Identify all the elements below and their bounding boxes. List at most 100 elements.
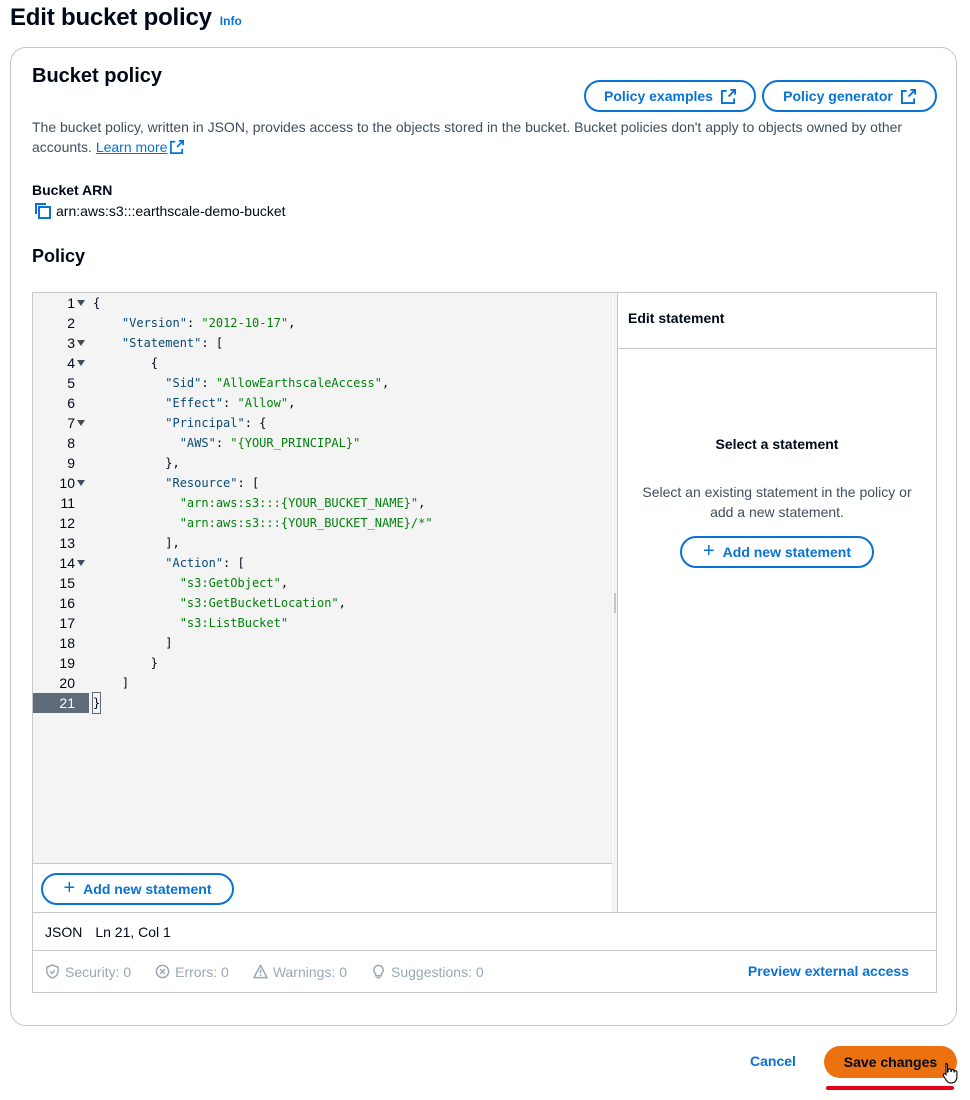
bucket-policy-container: Bucket policy Policy examples Policy gen… xyxy=(10,47,957,1026)
code-text: ] xyxy=(93,676,130,690)
line-number: 8 xyxy=(67,435,75,451)
code-line[interactable]: 21} xyxy=(33,692,612,714)
editor-status-bar: JSON Ln 21, Col 1 xyxy=(33,912,936,951)
errors-count[interactable]: Errors: 0 xyxy=(155,964,229,980)
code-line[interactable]: 2 "Version": "2012-10-17", xyxy=(33,313,612,333)
code-line[interactable]: 12 "arn:aws:s3:::{YOUR_BUCKET_NAME}/*" xyxy=(33,513,612,533)
external-link-icon xyxy=(720,88,736,104)
plus-icon: + xyxy=(702,540,715,562)
line-number: 1 xyxy=(67,295,75,311)
code-text: "Sid": "AllowEarthscaleAccess", xyxy=(165,376,390,390)
line-number: 10 xyxy=(59,475,75,491)
splitter-handle[interactable] xyxy=(614,593,616,613)
select-statement-description: Select an existing statement in the poli… xyxy=(642,484,912,520)
line-number: 7 xyxy=(67,415,75,431)
external-link-icon xyxy=(900,88,916,104)
code-line[interactable]: 9 }, xyxy=(33,453,612,473)
info-link[interactable]: Info xyxy=(220,14,242,28)
annotation-underline xyxy=(826,1086,954,1090)
code-editor-footer: + Add new statement xyxy=(33,863,613,912)
policy-generator-button[interactable]: Policy generator xyxy=(762,80,937,112)
side-add-new-statement-button[interactable]: + Add new statement xyxy=(680,536,874,568)
line-number: 4 xyxy=(67,355,75,371)
code-line[interactable]: 10 "Resource": [ xyxy=(33,473,612,493)
suggestions-count[interactable]: Suggestions: 0 xyxy=(371,964,484,980)
preview-external-access-link[interactable]: Preview external access xyxy=(748,963,909,979)
copy-icon[interactable] xyxy=(34,202,52,220)
code-text: "Version": "2012-10-17", xyxy=(121,316,296,330)
fold-toggle-icon[interactable] xyxy=(77,300,85,306)
line-number: 17 xyxy=(59,615,75,631)
warnings-label: Warnings: 0 xyxy=(272,963,348,980)
line-number: 12 xyxy=(59,515,75,531)
side-add-statement-label: Add new statement xyxy=(722,544,852,560)
line-number: 19 xyxy=(59,655,75,671)
line-number: 21 xyxy=(33,693,89,713)
warnings-count[interactable]: Warnings: 0 xyxy=(253,964,347,980)
policy-description: The bucket policy, written in JSON, prov… xyxy=(32,117,932,157)
code-line[interactable]: 4 { xyxy=(33,353,612,373)
code-text: } xyxy=(93,656,159,670)
code-text: "Resource": [ xyxy=(165,476,260,490)
code-text: "AWS": "{YOUR_PRINCIPAL}" xyxy=(179,436,361,450)
policy-examples-button[interactable]: Policy examples xyxy=(584,80,756,112)
code-line[interactable]: 16 "s3:GetBucketLocation", xyxy=(33,593,612,613)
code-line[interactable]: 11 "arn:aws:s3:::{YOUR_BUCKET_NAME}", xyxy=(33,493,612,513)
code-line[interactable]: 17 "s3:ListBucket" xyxy=(33,613,612,633)
code-line[interactable]: 15 "s3:GetObject", xyxy=(33,573,612,593)
code-line[interactable]: 1{ xyxy=(33,293,612,313)
cancel-button[interactable]: Cancel xyxy=(750,1053,796,1069)
line-number: 18 xyxy=(59,635,75,651)
code-line[interactable]: 20 ] xyxy=(33,673,612,693)
shield-icon xyxy=(46,964,59,979)
bucket-arn-label: Bucket ARN xyxy=(32,182,113,198)
code-text: "arn:aws:s3:::{YOUR_BUCKET_NAME}", xyxy=(179,496,426,510)
code-text: "Action": [ xyxy=(165,556,245,570)
code-text: ], xyxy=(93,536,180,550)
select-statement-title: Select a statement xyxy=(715,436,839,452)
line-number: 13 xyxy=(59,535,75,551)
fold-toggle-icon[interactable] xyxy=(77,420,85,426)
fold-toggle-icon[interactable] xyxy=(77,480,85,486)
learn-more-label: Learn more xyxy=(95,139,168,155)
add-statement-label: Add new statement xyxy=(83,881,212,897)
warning-icon xyxy=(253,964,268,979)
fold-toggle-icon[interactable] xyxy=(77,340,85,346)
code-line[interactable]: 6 "Effect": "Allow", xyxy=(33,393,612,413)
policy-generator-label: Policy generator xyxy=(783,88,893,104)
fold-toggle-icon[interactable] xyxy=(77,560,85,566)
code-line[interactable]: 5 "Sid": "AllowEarthscaleAccess", xyxy=(33,373,612,393)
code-editor[interactable]: 1{2 "Version": "2012-10-17", 3 "Statement… xyxy=(33,293,612,863)
security-count[interactable]: Security: 0 xyxy=(45,964,131,980)
line-number: 3 xyxy=(67,335,75,351)
code-text: }, xyxy=(93,456,180,470)
code-text: } xyxy=(91,692,102,714)
code-text: "Principal": { xyxy=(165,416,267,430)
hand-cursor-icon xyxy=(942,1062,958,1084)
line-number: 15 xyxy=(59,575,75,591)
learn-more-link[interactable]: Learn more xyxy=(96,139,185,155)
code-text: "s3:ListBucket" xyxy=(179,616,289,630)
errors-label: Errors: 0 xyxy=(175,963,229,980)
code-line[interactable]: 18 ] xyxy=(33,633,612,653)
page-title: Edit bucket policy xyxy=(10,4,212,31)
code-line[interactable]: 7 "Principal": { xyxy=(33,413,612,433)
code-line[interactable]: 14 "Action": [ xyxy=(33,553,612,573)
security-label: Security: 0 xyxy=(65,963,132,980)
page-header: Edit bucket policy Info xyxy=(10,4,242,32)
code-line[interactable]: 3 "Statement": [ xyxy=(33,333,612,353)
save-changes-button[interactable]: Save changes xyxy=(824,1046,957,1078)
edit-statement-header: Edit statement xyxy=(618,293,936,349)
line-number: 6 xyxy=(67,395,75,411)
code-text: "Statement": [ xyxy=(121,336,224,350)
error-icon xyxy=(155,964,170,979)
code-text: { xyxy=(93,296,101,310)
cursor-position: Ln 21, Col 1 xyxy=(95,923,171,940)
line-number: 14 xyxy=(59,555,75,571)
code-line[interactable]: 13 ], xyxy=(33,533,612,553)
code-line[interactable]: 19 } xyxy=(33,653,612,673)
add-new-statement-button[interactable]: + Add new statement xyxy=(41,873,234,905)
code-line[interactable]: 8 "AWS": "{YOUR_PRINCIPAL}" xyxy=(33,433,612,453)
fold-toggle-icon[interactable] xyxy=(77,360,85,366)
code-text: "arn:aws:s3:::{YOUR_BUCKET_NAME}/*" xyxy=(179,516,433,530)
